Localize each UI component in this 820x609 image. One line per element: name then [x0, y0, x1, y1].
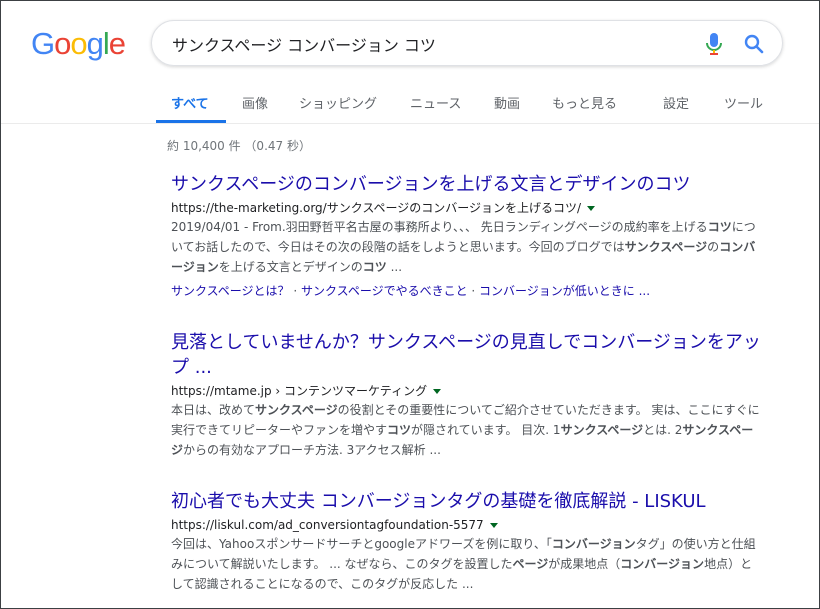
logo-letter: G [31, 26, 55, 61]
active-tab-indicator [156, 120, 226, 123]
snippet-text: ... [386, 260, 403, 274]
dropdown-caret-icon[interactable] [489, 523, 498, 528]
tab-videos[interactable]: 動画 [494, 93, 520, 112]
sitelink[interactable]: コンバージョンが低いときに ... [479, 284, 650, 298]
tab-tools[interactable]: ツール [724, 93, 763, 112]
snippet-text: からの有効なアプローチ方法. 3アクセス解析 ... [183, 443, 441, 457]
result-url[interactable]: https://mtame.jp › コンテンツマーケティング [171, 383, 761, 399]
dropdown-caret-icon[interactable] [433, 389, 442, 394]
google-logo[interactable]: Google [31, 26, 126, 61]
logo-letter: g [86, 26, 104, 61]
result-title-link[interactable]: 初心者でも大丈夫 コンバージョンタグの基礎を徹底解説 - LISKUL [171, 489, 761, 514]
result-url-text: https://mtame.jp › コンテンツマーケティング [171, 384, 428, 398]
search-input[interactable] [172, 31, 692, 57]
result-url[interactable]: https://liskul.com/ad_conversiontagfound… [171, 517, 761, 533]
snippet-highlight: サンクスページ [255, 403, 338, 417]
sitelink[interactable]: サンクスページでやるべきこと [301, 284, 468, 298]
snippet-highlight: コンバージョン [620, 557, 705, 571]
search-result: サンクスページのコンバージョンを上げる文言とデザインのコツ https://th… [171, 172, 761, 301]
snippet-text: が成果地点（ [548, 557, 621, 571]
search-box[interactable] [151, 20, 783, 66]
result-title-link[interactable]: サンクスページのコンバージョンを上げる文言とデザインのコツ [171, 172, 761, 197]
snippet-highlight: コンバージョン [551, 537, 636, 551]
search-results-page: Google すべて 画像 ショッピング ニュース 動画 もっと見る 設定 ツー… [0, 0, 820, 609]
tab-settings[interactable]: 設定 [663, 93, 689, 112]
result-stats: 約 10,400 件 （0.47 秒） [167, 139, 311, 153]
sitelink-separator: · [467, 284, 480, 298]
snippet-text: を上げる文言とデザインの [218, 260, 363, 274]
result-url-text: https://liskul.com/ad_conversiontagfound… [171, 518, 484, 532]
result-sitelinks: サンクスページとは？ · サンクスページでやるべきこと · コンバージョンが低い… [171, 281, 761, 301]
tab-images[interactable]: 画像 [242, 93, 268, 112]
snippet-highlight: サンクスページ [624, 240, 708, 254]
search-tabs: すべて 画像 ショッピング ニュース 動画 もっと見る 設定 ツール [1, 87, 819, 124]
tab-all[interactable]: すべて [171, 93, 209, 112]
snippet-highlight: コツ [362, 260, 387, 274]
snippet-highlight: コツ [387, 423, 412, 437]
magnifier-icon[interactable] [742, 32, 766, 56]
snippet-highlight: サンクスページ [560, 423, 644, 437]
snippet-highlight: コツ [707, 220, 732, 234]
microphone-icon[interactable] [703, 32, 725, 56]
tab-more[interactable]: もっと見る [552, 93, 617, 112]
logo-letter: o [54, 26, 71, 61]
tab-shopping[interactable]: ショッピング [299, 93, 377, 112]
snippet-text: 本日は、改めて [171, 403, 256, 417]
result-title-link[interactable]: 見落としていませんか？サンクスページの見直しでコンバージョンをアップ ... [171, 330, 761, 380]
sitelink-separator: · [289, 284, 302, 298]
logo-letter: o [70, 26, 87, 61]
dropdown-caret-icon[interactable] [587, 206, 596, 211]
result-url[interactable]: https://the-marketing.org/サンクスページのコンバージョ… [171, 200, 761, 216]
snippet-text: が隠されています。 目次. 1 [411, 423, 561, 437]
tab-news[interactable]: ニュース [410, 93, 461, 112]
result-snippet: 2019/04/01 - From.羽田野哲平名古屋の事務所より、、、 先日ラン… [171, 217, 761, 277]
result-snippet: 本日は、改めてサンクスページの役割とその重要性についてご紹介させていただきます。… [171, 400, 761, 460]
sitelink[interactable]: サンクスページとは？ [171, 284, 290, 298]
logo-letter: e [108, 26, 126, 61]
snippet-text: とは. 2 [643, 423, 683, 437]
snippet-highlight: ページ [512, 557, 549, 571]
search-result: 見落としていませんか？サンクスページの見直しでコンバージョンをアップ ... h… [171, 330, 761, 460]
snippet-text: の [707, 240, 720, 254]
snippet-text: 2019/04/01 - From.羽田野哲平名古屋の事務所より、、、 先日ラン… [171, 220, 708, 234]
search-result: 初心者でも大丈夫 コンバージョンタグの基礎を徹底解説 - LISKUL http… [171, 489, 761, 594]
snippet-text: 今回は、Yahooスポンサードサーチとgoogleアドワーズを例に取り、「 [171, 537, 552, 551]
result-url-text: https://the-marketing.org/サンクスページのコンバージョ… [171, 201, 582, 215]
result-snippet: 今回は、Yahooスポンサードサーチとgoogleアドワーズを例に取り、「コンバ… [171, 534, 761, 594]
